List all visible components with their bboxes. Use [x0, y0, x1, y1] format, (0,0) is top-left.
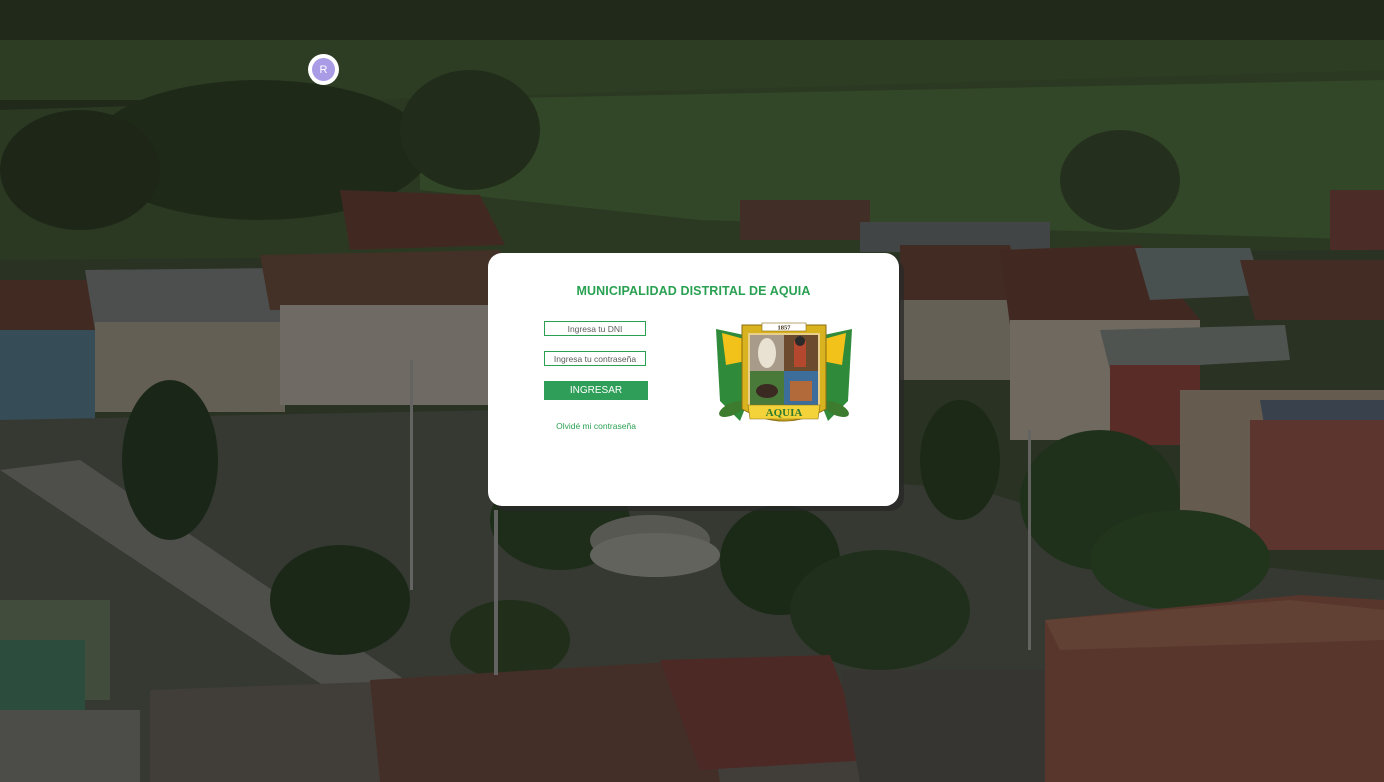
- dni-input[interactable]: [544, 321, 646, 336]
- municipal-crest-icon: 1857 AQUIA: [716, 322, 852, 422]
- crest-banner: AQUIA: [766, 407, 803, 419]
- forgot-password-link[interactable]: Olvidé mi contraseña: [544, 421, 648, 431]
- password-input[interactable]: [544, 351, 646, 366]
- card-title: MUNICIPALIDAD DISTRITAL DE AQUIA: [576, 284, 811, 298]
- login-screen: R MUNICIPALIDAD DISTRITAL DE AQUIA INGRE…: [0, 0, 1384, 782]
- user-avatar-icon[interactable]: R: [308, 54, 339, 85]
- login-card: MUNICIPALIDAD DISTRITAL DE AQUIA INGRESA…: [488, 253, 899, 506]
- crest-year: 1857: [778, 325, 792, 332]
- login-submit-button[interactable]: INGRESAR: [544, 381, 648, 400]
- avatar-initial: R: [312, 58, 335, 81]
